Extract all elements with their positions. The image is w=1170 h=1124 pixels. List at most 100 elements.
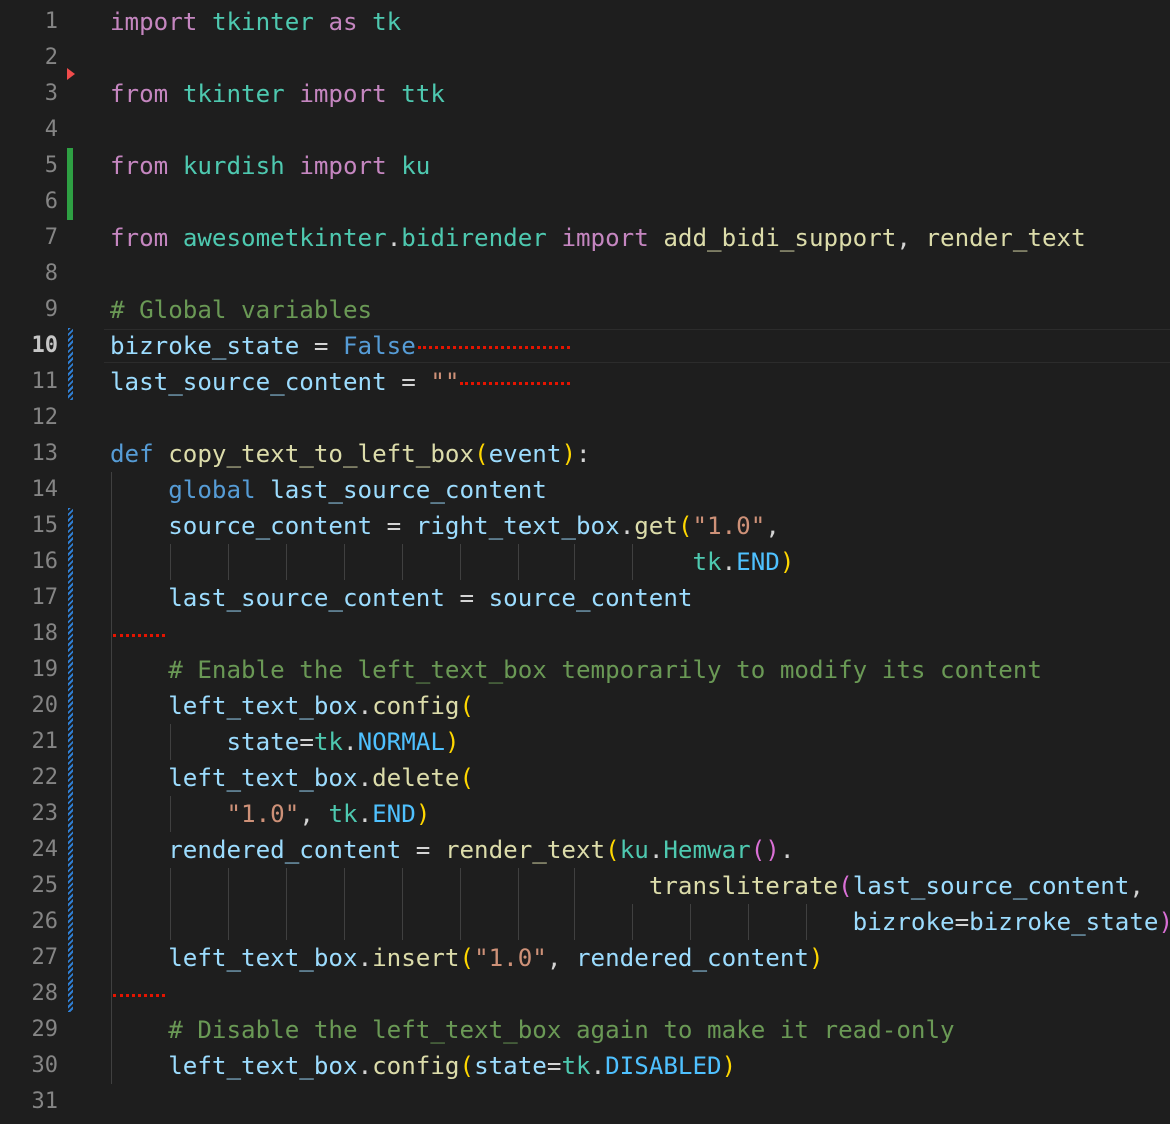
added-lines-indicator (67, 148, 73, 220)
code-text[interactable]: transliterate(last_source_content, (110, 868, 1144, 904)
code-line[interactable]: 23 "1.0", tk.END) (0, 796, 1170, 832)
code-token: = (386, 368, 431, 396)
code-line[interactable]: 19 # Enable the left_text_box temporaril… (0, 652, 1170, 688)
code-text[interactable]: global last_source_content (110, 472, 547, 508)
code-text[interactable]: from kurdish import ku (110, 148, 430, 184)
line-number: 26 (31, 909, 59, 934)
code-token: ( (459, 1052, 475, 1080)
code-text[interactable]: last_source_content = source_content (110, 580, 692, 616)
code-line[interactable]: 27 left_text_box.insert("1.0", rendered_… (0, 940, 1170, 976)
line-number: 1 (44, 9, 58, 34)
code-token: bizroke (852, 908, 955, 936)
line-number: 7 (44, 225, 58, 250)
code-token: = (401, 836, 445, 864)
code-token: , (546, 944, 576, 972)
code-text[interactable]: def copy_text_to_left_box(event): (110, 436, 591, 472)
code-line[interactable]: 30 left_text_box.config(state=tk.DISABLE… (0, 1048, 1170, 1084)
code-line[interactable]: 18 (0, 616, 1170, 652)
code-text[interactable]: bizroke_state = False (110, 328, 416, 364)
code-text[interactable]: left_text_box.insert("1.0", rendered_con… (110, 940, 823, 976)
code-line[interactable]: 13 def copy_text_to_left_box(event): (0, 436, 1170, 472)
code-line[interactable]: 8 (0, 256, 1170, 292)
code-token: = (299, 332, 343, 360)
code-line[interactable]: 26 bizroke=bizroke_state)) (0, 904, 1170, 940)
line-number: 18 (31, 621, 59, 646)
code-text[interactable]: left_text_box.config(state=tk.DISABLED) (110, 1048, 736, 1084)
code-line[interactable]: 29 # Disable the left_text_box again to … (0, 1012, 1170, 1048)
code-line[interactable]: 25 transliterate(last_source_content, (0, 868, 1170, 904)
code-line[interactable]: 15 source_content = right_text_box.get("… (0, 508, 1170, 544)
code-line[interactable]: 21 state=tk.NORMAL) (0, 724, 1170, 760)
code-token: import (299, 80, 387, 108)
code-token: import (299, 152, 387, 180)
code-text[interactable]: left_text_box.config( (110, 688, 474, 724)
code-token: ) (415, 800, 431, 828)
code-line[interactable]: 28 (0, 976, 1170, 1012)
code-text[interactable]: from tkinter import ttk (110, 76, 445, 112)
code-token: . (648, 836, 664, 864)
code-line[interactable]: 9 # Global variables (0, 292, 1170, 328)
code-text[interactable]: # Global variables (110, 292, 372, 328)
code-text[interactable]: # Enable the left_text_box temporarily t… (110, 652, 1042, 688)
code-text[interactable]: source_content = right_text_box.get("1.0… (110, 508, 780, 544)
code-token: import (561, 224, 649, 252)
line-number: 6 (44, 189, 58, 214)
code-line[interactable]: 11 last_source_content = "" (0, 364, 1170, 400)
code-line[interactable]: 12 (0, 400, 1170, 436)
code-line[interactable]: 20 left_text_box.config( (0, 688, 1170, 724)
code-line[interactable]: 3 from tkinter import ttk (0, 76, 1170, 112)
code-token: = (546, 1052, 562, 1080)
code-token: ( (838, 872, 853, 900)
code-line[interactable]: 17 last_source_content = source_content (0, 580, 1170, 616)
code-line[interactable]: 31 (0, 1084, 1170, 1120)
code-text[interactable]: state=tk.NORMAL) (110, 724, 460, 760)
code-text[interactable]: import tkinter as tk (110, 4, 401, 40)
code-token: tk (313, 728, 343, 756)
code-text[interactable]: "1.0", tk.END) (110, 796, 431, 832)
code-token: event (488, 440, 562, 468)
code-line[interactable]: 24 rendered_content = render_text(ku.Hem… (0, 832, 1170, 868)
code-token: as (328, 8, 358, 36)
code-line[interactable]: 1 import tkinter as tk (0, 4, 1170, 40)
code-line[interactable]: 10 bizroke_state = False (0, 328, 1170, 364)
code-line[interactable]: 22 left_text_box.delete( (0, 760, 1170, 796)
code-token: ( (459, 692, 475, 720)
code-token: ( (474, 440, 489, 468)
code-token: tk (561, 1052, 591, 1080)
error-squiggle (113, 994, 165, 997)
code-line[interactable]: 5 from kurdish import ku (0, 148, 1170, 184)
code-token: . (779, 836, 795, 864)
code-text[interactable]: rendered_content = render_text(ku.Hemwar… (110, 832, 794, 868)
code-line[interactable]: 2 (0, 40, 1170, 76)
line-number: 17 (31, 585, 59, 610)
code-token: tk (372, 8, 402, 36)
code-line[interactable]: 6 (0, 184, 1170, 220)
code-text[interactable]: tk.END) (110, 544, 794, 580)
code-line[interactable]: 16 tk.END) (0, 544, 1170, 580)
code-token: "1.0" (692, 512, 766, 540)
code-token: rendered_content (168, 836, 402, 864)
code-text[interactable]: from awesometkinter.bidirender import ad… (110, 220, 1086, 256)
code-token: bizroke_state (969, 908, 1159, 936)
code-text[interactable]: last_source_content = "" (110, 364, 460, 400)
code-line[interactable]: 7 from awesometkinter.bidirender import a… (0, 220, 1170, 256)
code-token: bidirender (401, 224, 547, 252)
code-token: . (386, 224, 402, 252)
code-token: . (721, 548, 737, 576)
code-text[interactable]: # Disable the left_text_box again to mak… (110, 1012, 954, 1048)
code-text[interactable]: left_text_box.delete( (110, 760, 474, 796)
code-token: insert (372, 944, 460, 972)
code-editor[interactable]: 1 import tkinter as tk 2 3 from tkinter impo… (0, 0, 1170, 1124)
code-line[interactable]: 14 global last_source_content (0, 472, 1170, 508)
code-token: # Global variables (110, 296, 373, 324)
code-line[interactable]: 4 (0, 112, 1170, 148)
code-text[interactable]: bizroke=bizroke_state)) (110, 904, 1170, 940)
